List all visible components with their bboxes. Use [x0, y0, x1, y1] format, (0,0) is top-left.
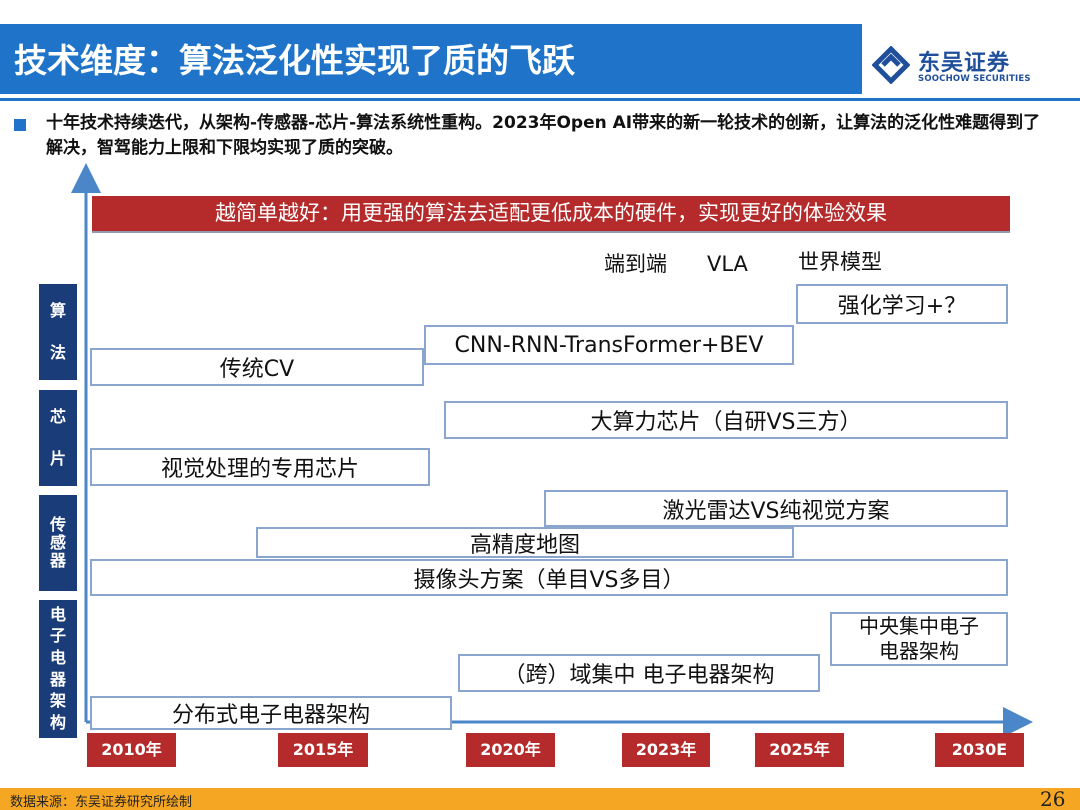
tech-box-rl: 强化学习+？: [796, 284, 1008, 324]
category-chip: 芯 片: [39, 390, 77, 486]
label-world-model: 世界模型: [798, 250, 882, 274]
central-line-2: 电器架构: [879, 639, 959, 663]
logo-text-en: SOOCHOW SECURITIES: [918, 74, 1031, 84]
category-char: 构: [49, 713, 66, 733]
label-vla: VLA: [707, 252, 748, 276]
principle-banner: 越简单越好：用更强的算法去适配更低成本的硬件，实现更好的体验效果: [92, 196, 1010, 233]
category-char: 电: [49, 604, 66, 624]
summary-text: 十年技术持续迭代，从架构-传感器-芯片-算法系统性重构。2023年Open AI…: [46, 113, 1041, 158]
central-line-1: 中央集中电子: [859, 614, 979, 638]
tech-box-camera: 摄像头方案（单目VS多目）: [90, 559, 1008, 596]
bullet-square-icon: [14, 119, 26, 131]
year-2010: 2010年: [87, 733, 176, 767]
logo-text-cn: 东吴证券: [918, 51, 1011, 76]
tech-box-domain-architecture: （跨）域集中 电子电器架构: [458, 654, 820, 692]
category-char: 片: [49, 449, 66, 468]
tech-box-traditional-cv: 传统CV: [90, 348, 424, 386]
year-2020: 2020年: [466, 733, 555, 767]
year-2015: 2015年: [278, 733, 368, 767]
year-2023: 2023年: [622, 733, 710, 767]
category-algorithm: 算 法: [39, 284, 77, 380]
label-end-to-end: 端到端: [604, 252, 667, 276]
tech-box-cnn-bev: CNN-RNN-TransFormer+BEV: [424, 325, 794, 365]
category-char: 算: [49, 301, 66, 320]
year-2030e: 2030E: [935, 733, 1024, 767]
category-char: 传: [49, 515, 66, 534]
soochow-logo-icon: [872, 46, 910, 84]
category-char: 感: [49, 533, 66, 552]
tech-box-big-chip: 大算力芯片（自研VS三方）: [444, 401, 1008, 439]
page-number: 26: [1040, 787, 1066, 810]
category-architecture: 电 子 电 器 架 构: [39, 600, 77, 738]
category-sensor: 传 感 器: [39, 495, 77, 591]
category-char: 器: [49, 669, 66, 689]
header-underline: [0, 98, 1080, 101]
category-char: 芯: [49, 407, 66, 426]
category-char: 法: [49, 343, 66, 362]
tech-box-hd-map: 高精度地图: [256, 527, 794, 558]
category-char: 架: [49, 691, 66, 711]
footer-source: 数据来源：东吴证券研究所绘制: [10, 795, 193, 810]
tech-box-lidar: 激光雷达VS纯视觉方案: [544, 490, 1008, 527]
tech-box-vision-chip: 视觉处理的专用芯片: [90, 448, 430, 486]
soochow-logo: 东吴证券 SOOCHOW SECURITIES: [872, 44, 1072, 90]
category-char: 电: [49, 648, 66, 668]
page-title: 技术维度：算法泛化性实现了质的飞跃: [14, 41, 575, 80]
category-char: 器: [49, 551, 66, 570]
year-2025: 2025年: [755, 733, 844, 767]
category-char: 子: [49, 626, 66, 646]
tech-box-distributed-architecture: 分布式电子电器架构: [90, 696, 452, 730]
tech-box-central-architecture: 中央集中电子 电器架构: [830, 612, 1008, 666]
